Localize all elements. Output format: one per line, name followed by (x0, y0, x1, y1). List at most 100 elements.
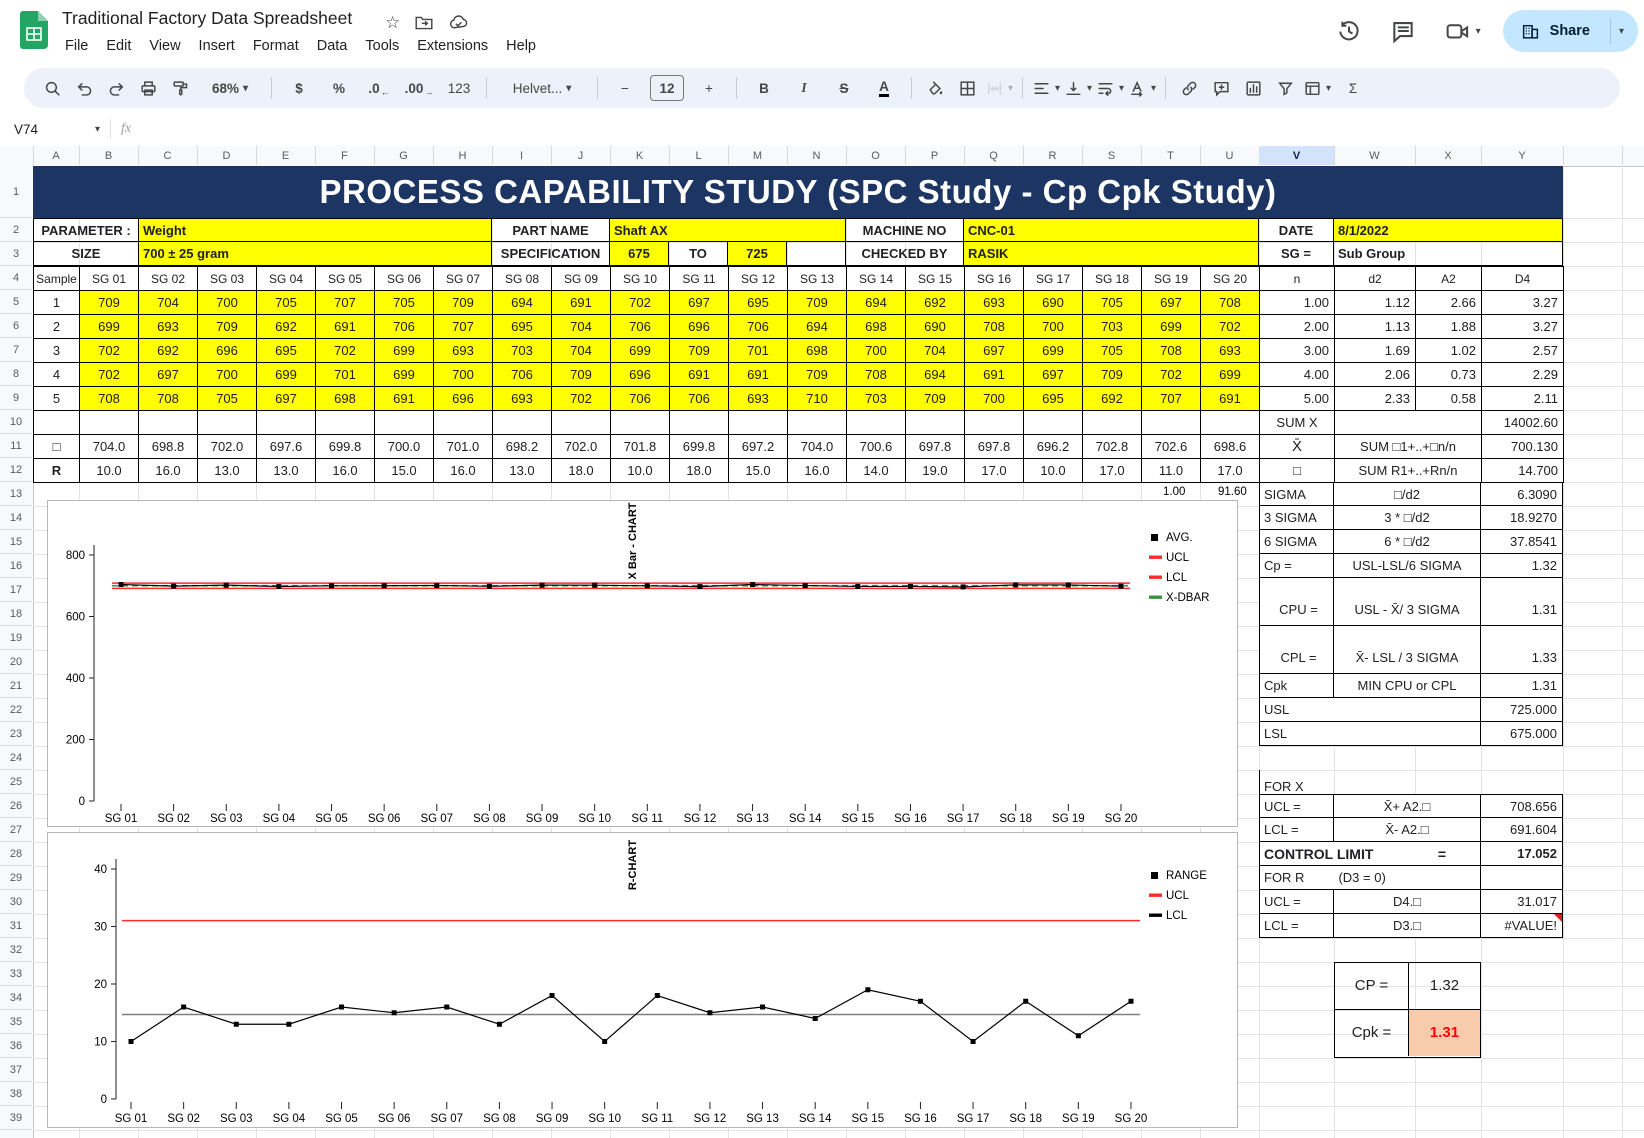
range-cell[interactable]: 17.0 (1201, 459, 1260, 483)
range-cell[interactable]: 15.0 (375, 459, 434, 483)
column-header-A[interactable]: A (33, 146, 80, 165)
row-header-15[interactable]: 15 (0, 530, 32, 554)
range-cell[interactable]: 11.0 (1142, 459, 1201, 483)
row-header-21[interactable]: 21 (0, 674, 32, 698)
checked-by-label[interactable]: CHECKED BY (846, 242, 964, 266)
panel-label[interactable]: FOR R(D3 = 0) (1259, 866, 1481, 890)
constant-cell[interactable]: 2.06 (1335, 363, 1416, 387)
cpk-label[interactable]: Cpk = (1335, 1010, 1409, 1057)
panel-value[interactable]: 691.604 (1481, 818, 1563, 842)
row-header-6[interactable]: 6 (0, 314, 32, 338)
zoom-select[interactable]: 68%▾ (197, 73, 263, 103)
spec-low-value[interactable]: 675 (610, 242, 669, 266)
measurement-cell[interactable]: 698 (316, 387, 375, 411)
constant-cell[interactable]: 2.00 (1260, 315, 1335, 339)
insert-comment-icon[interactable] (1206, 73, 1236, 103)
menu-view[interactable]: View (140, 36, 189, 56)
measurement-cell[interactable]: 699 (375, 363, 434, 387)
measurement-cell[interactable]: 690 (906, 315, 965, 339)
menu-help[interactable]: Help (497, 36, 545, 56)
merge-cells-icon[interactable]: ▾ (984, 73, 1014, 103)
measurement-cell[interactable]: 705 (257, 291, 316, 315)
panel-label[interactable]: Cpk (1259, 674, 1334, 698)
increase-decimals-button[interactable]: .00→ (400, 73, 438, 103)
row-header-38[interactable]: 38 (0, 1082, 32, 1106)
measurement-cell[interactable]: 706 (611, 315, 670, 339)
range-cell[interactable]: 14.0 (847, 459, 906, 483)
row-header-26[interactable]: 26 (0, 794, 32, 818)
measurement-cell[interactable]: 693 (729, 387, 788, 411)
row-header-32[interactable]: 32 (0, 938, 32, 962)
measurement-cell[interactable]: 704 (906, 339, 965, 363)
menu-edit[interactable]: Edit (97, 36, 140, 56)
xbar-cell[interactable]: 697.8 (965, 435, 1024, 459)
panel-label[interactable]: Cp = (1259, 554, 1334, 578)
cloud-status-icon[interactable] (448, 12, 469, 33)
column-header-G[interactable]: G (374, 146, 434, 165)
measurement-cell[interactable]: 692 (1083, 387, 1142, 411)
redo-icon[interactable] (101, 73, 131, 103)
panel-value[interactable]: 1.33 (1481, 626, 1563, 674)
range-cell[interactable]: 13.0 (493, 459, 552, 483)
measurement-cell[interactable]: 705 (198, 387, 257, 411)
constant-cell[interactable]: 4.00 (1260, 363, 1335, 387)
panel-label[interactable]: CPU = (1259, 578, 1334, 626)
range-cell[interactable]: 10.0 (1024, 459, 1083, 483)
panel-value[interactable]: 1.31 (1481, 674, 1563, 698)
undo-icon[interactable] (69, 73, 99, 103)
xbar-cell[interactable]: 701.8 (611, 435, 670, 459)
machine-no-label[interactable]: MACHINE NO (846, 219, 964, 242)
font-select[interactable]: Helvet...▾ (495, 73, 589, 103)
panel-value[interactable]: 17.052 (1481, 842, 1563, 866)
measurement-cell[interactable]: 691 (316, 315, 375, 339)
star-icon[interactable]: ☆ (385, 13, 400, 33)
row-header-20[interactable]: 20 (0, 650, 32, 674)
move-folder-icon[interactable] (414, 13, 434, 33)
bold-button[interactable]: B (745, 73, 783, 103)
borders-icon[interactable] (952, 73, 982, 103)
measurement-cell[interactable]: 695 (1024, 387, 1083, 411)
cp-label[interactable]: CP = (1335, 963, 1409, 1009)
measurement-cell[interactable]: 698 (788, 339, 847, 363)
row-header-2[interactable]: 2 (0, 218, 32, 242)
xbar-cell[interactable]: 700.6 (847, 435, 906, 459)
comment-history-icon[interactable] (1390, 18, 1416, 44)
sg-header[interactable]: SG 17 (1024, 267, 1083, 291)
constant-cell[interactable]: 3.27 (1482, 291, 1564, 315)
percent-format-button[interactable]: % (320, 73, 358, 103)
column-header-N[interactable]: N (787, 146, 847, 165)
xbar-cell[interactable]: 697.8 (906, 435, 965, 459)
measurement-cell[interactable]: 693 (965, 291, 1024, 315)
panel-label[interactable]: CONTROL LIMIT= (1259, 842, 1481, 866)
sg-label[interactable]: SG = (1259, 242, 1334, 266)
xbar-formula[interactable]: SUM □1+..+□n/n (1335, 435, 1482, 459)
measurement-cell[interactable]: 708 (1201, 291, 1260, 315)
cpk-value[interactable]: 1.31 (1409, 1010, 1480, 1057)
measurement-cell[interactable]: 702 (316, 339, 375, 363)
menu-tools[interactable]: Tools (356, 36, 408, 56)
measurement-cell[interactable]: 690 (1024, 291, 1083, 315)
column-header-P[interactable]: P (905, 146, 965, 165)
measurement-cell[interactable]: 692 (257, 315, 316, 339)
column-header-R[interactable]: R (1023, 146, 1083, 165)
constant-cell[interactable]: 2.66 (1416, 291, 1482, 315)
insert-chart-icon[interactable] (1238, 73, 1268, 103)
row-header-12[interactable]: 12 (0, 458, 32, 482)
print-icon[interactable] (133, 73, 163, 103)
measurement-cell[interactable]: 706 (611, 387, 670, 411)
spec-blank-cell[interactable] (787, 242, 846, 266)
column-header-x[interactable] (1563, 146, 1623, 165)
panel-value[interactable]: 18.9270 (1481, 506, 1563, 530)
row-header-24[interactable]: 24 (0, 746, 32, 770)
row-header-19[interactable]: 19 (0, 626, 32, 650)
panel-blank[interactable] (1481, 866, 1563, 890)
panel-value[interactable]: 6.3090 (1481, 483, 1563, 506)
measurement-cell[interactable]: 706 (493, 363, 552, 387)
create-filter-icon[interactable] (1270, 73, 1300, 103)
row-header-25[interactable]: 25 (0, 770, 32, 794)
measurement-cell[interactable]: 696 (670, 315, 729, 339)
functions-button[interactable]: Σ (1334, 73, 1372, 103)
sg-header[interactable]: SG 18 (1083, 267, 1142, 291)
r-chart[interactable]: 010203040SG 01SG 02SG 03SG 04SG 05SG 06S… (47, 832, 1238, 1128)
measurement-cell[interactable]: 710 (788, 387, 847, 411)
